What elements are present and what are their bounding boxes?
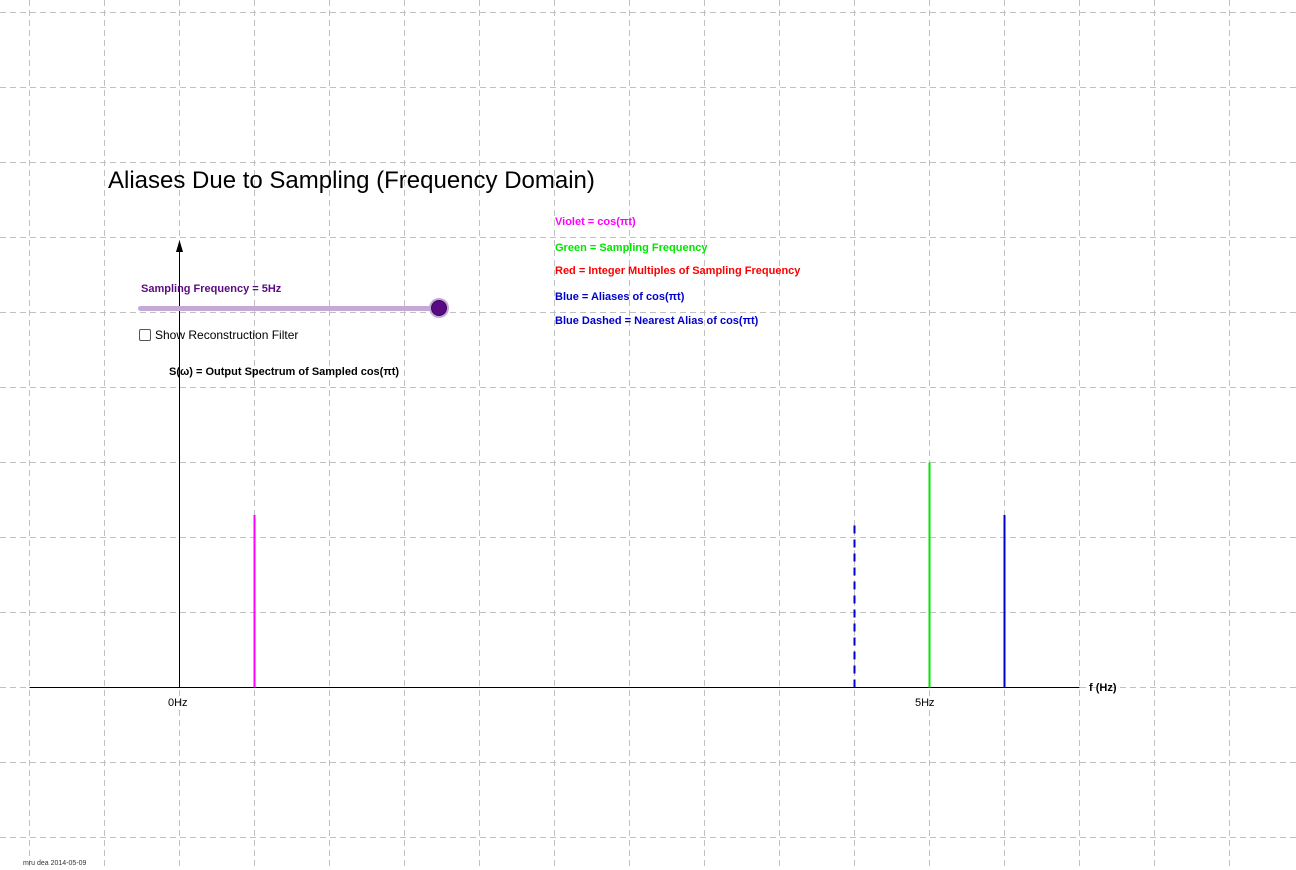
reconstruction-filter-checkbox[interactable]: [139, 329, 151, 341]
reconstruction-filter-toggle[interactable]: Show Reconstruction Filter: [139, 328, 298, 342]
slider-thumb[interactable]: [431, 300, 447, 316]
x-tick-label-0: 0Hz: [168, 697, 188, 709]
legend-blue: Blue = Aliases of cos(πt): [555, 291, 685, 303]
sampling-frequency-slider[interactable]: [138, 306, 440, 311]
legend-red: Red = Integer Multiples of Sampling Freq…: [555, 265, 801, 277]
y-axis-arrow: [176, 240, 183, 252]
legend-violet: Violet = cos(πt): [555, 216, 636, 228]
legend-green: Green = Sampling Frequency: [555, 242, 708, 254]
sampling-frequency-label: Sampling Frequency = 5Hz: [141, 283, 282, 295]
footer-note: mru dea 2014-05-09: [23, 860, 87, 867]
page-title: Aliases Due to Sampling (Frequency Domai…: [108, 167, 595, 194]
reconstruction-filter-label: Show Reconstruction Filter: [155, 328, 299, 342]
x-axis-label: f (Hz): [1089, 682, 1117, 694]
grid: [0, 0, 1296, 870]
y-axis-label: S(ω) = Output Spectrum of Sampled cos(πt…: [169, 366, 400, 378]
legend-blue-dashed: Blue Dashed = Nearest Alias of cos(πt): [555, 315, 759, 327]
graphics-canvas: [0, 0, 1296, 870]
x-tick-label-5: 5Hz: [915, 697, 935, 709]
